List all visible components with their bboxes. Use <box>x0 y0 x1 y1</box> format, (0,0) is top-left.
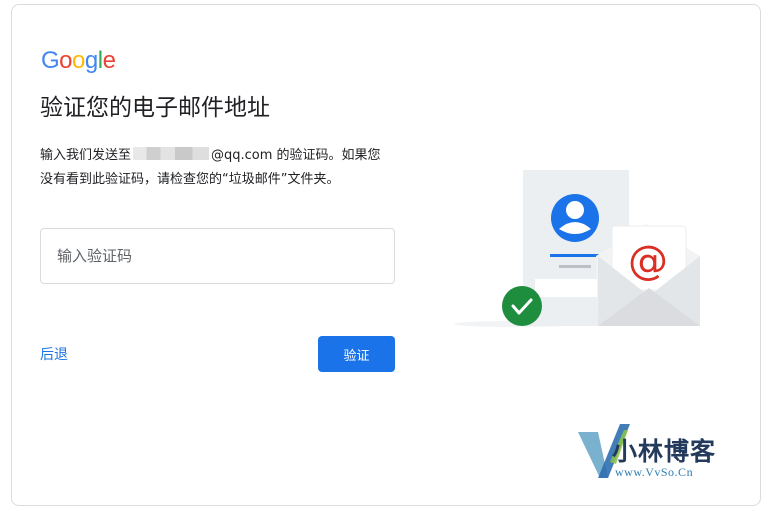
email-domain: @qq.com <box>211 148 273 163</box>
instruction-text: 输入我们发送至 @qq.com 的验证码。如果您没有看到此验证码，请检查您的“垃圾… <box>40 144 390 192</box>
logo-letter: g <box>84 47 98 74</box>
page-title: 验证您的电子邮件地址 <box>40 95 270 121</box>
back-link[interactable]: 后退 <box>40 344 68 364</box>
logo-letter: o <box>59 47 73 74</box>
verify-button[interactable]: 验证 <box>318 336 395 372</box>
at-sign-icon: @ <box>628 238 668 284</box>
logo-letter: G <box>41 47 60 74</box>
checkmark-icon <box>502 286 542 326</box>
instruction-prefix: 输入我们发送至 <box>40 148 132 163</box>
watermark-url: www.VvSo.Cn <box>615 465 694 479</box>
logo-letter: o <box>72 47 85 74</box>
redacted-email-mask <box>133 147 210 160</box>
verification-code-input[interactable] <box>40 228 395 284</box>
email-verification-illustration: @ <box>454 170 700 327</box>
logo-letter: e <box>102 47 116 74</box>
google-logo: Google <box>41 47 116 75</box>
watermark-title: 小林博客 <box>612 437 717 466</box>
